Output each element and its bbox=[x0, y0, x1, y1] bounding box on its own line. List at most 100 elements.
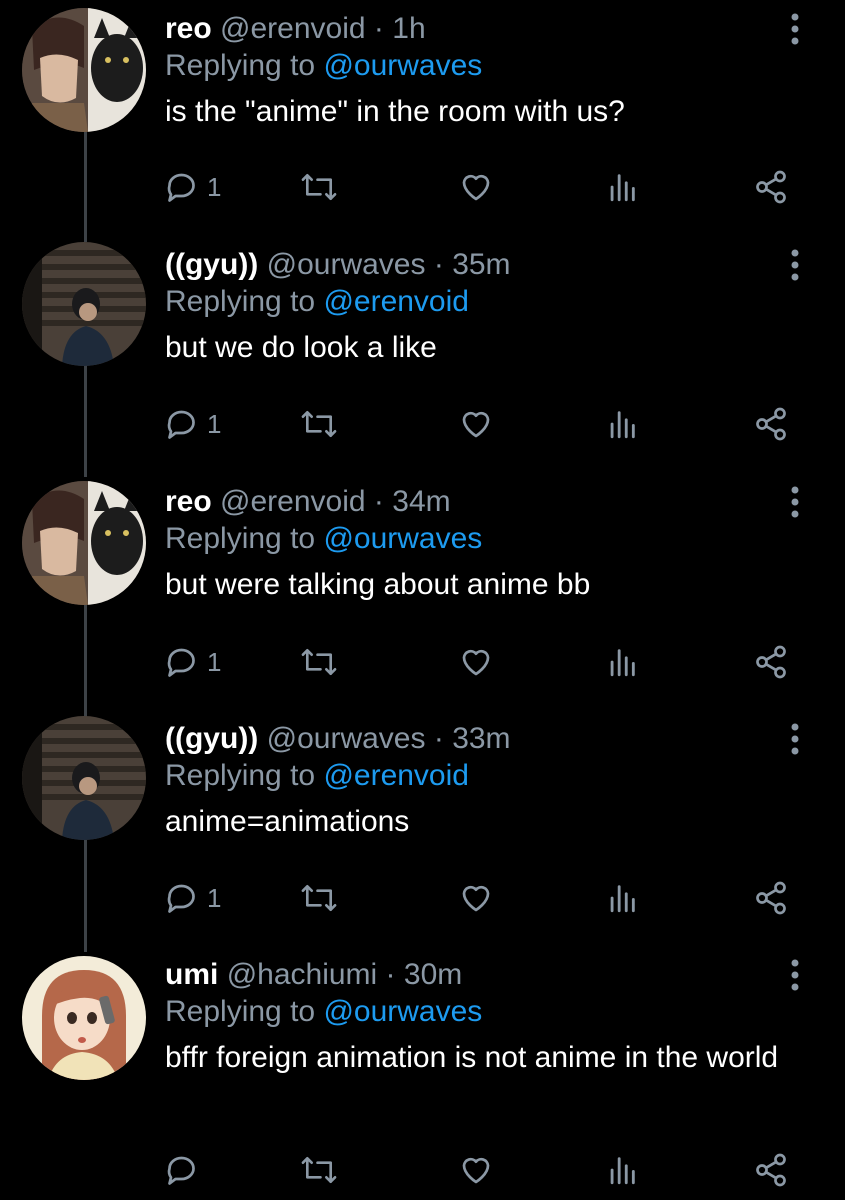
more-options-button[interactable] bbox=[785, 958, 805, 998]
replying-prefix: Replying to bbox=[165, 759, 316, 792]
like-button[interactable] bbox=[457, 878, 495, 918]
analytics-icon bbox=[610, 411, 635, 439]
more-options-icon bbox=[791, 959, 799, 991]
more-options-button[interactable] bbox=[785, 485, 805, 525]
reply-count: 1 bbox=[207, 408, 222, 439]
retweet-button[interactable] bbox=[300, 878, 338, 918]
reply-icon bbox=[167, 410, 195, 439]
avatar[interactable] bbox=[22, 956, 146, 1080]
share-icon bbox=[756, 407, 786, 441]
display-name[interactable]: reo bbox=[165, 485, 212, 518]
share-button[interactable] bbox=[753, 167, 789, 207]
mention-link[interactable]: @erenvoid bbox=[323, 759, 469, 792]
action-bar: 1 bbox=[165, 404, 805, 444]
analytics-button[interactable] bbox=[605, 404, 639, 444]
mention-link[interactable]: @ourwaves bbox=[323, 995, 482, 1028]
mention-link[interactable]: @erenvoid bbox=[323, 285, 469, 318]
heart-icon bbox=[462, 1157, 490, 1184]
action-bar: 1 bbox=[165, 642, 805, 682]
replying-to: Replying to @erenvoid bbox=[165, 285, 469, 319]
timestamp[interactable]: 1h bbox=[392, 12, 425, 45]
more-options-button[interactable] bbox=[785, 248, 805, 288]
replying-to: Replying to @ourwaves bbox=[165, 49, 482, 83]
like-button[interactable] bbox=[457, 1150, 495, 1190]
share-button[interactable] bbox=[753, 1150, 789, 1190]
reply-icon bbox=[167, 884, 195, 913]
share-icon bbox=[756, 1153, 786, 1187]
mention-link[interactable]: @ourwaves bbox=[323, 49, 482, 82]
replying-prefix: Replying to bbox=[165, 49, 316, 82]
tweet-header: umi @hachiumi · 30m bbox=[165, 958, 462, 992]
timestamp[interactable]: 33m bbox=[452, 722, 510, 755]
analytics-icon bbox=[610, 885, 635, 913]
separator-dot: · bbox=[433, 722, 444, 755]
separator-dot: · bbox=[373, 485, 384, 518]
like-button[interactable] bbox=[457, 167, 495, 207]
reply-button[interactable]: 1 bbox=[165, 167, 221, 207]
heart-icon bbox=[462, 885, 490, 912]
replying-to: Replying to @erenvoid bbox=[165, 759, 469, 793]
more-options-icon bbox=[791, 723, 799, 755]
more-options-button[interactable] bbox=[785, 722, 805, 762]
like-button[interactable] bbox=[457, 404, 495, 444]
tweet-text: but were talking about anime bb bbox=[165, 568, 591, 601]
reply-icon bbox=[167, 1156, 195, 1185]
user-handle[interactable]: @ourwaves bbox=[267, 248, 426, 281]
avatar-image bbox=[22, 481, 146, 605]
avatar-image bbox=[22, 242, 146, 366]
tweet-text: anime=animations bbox=[165, 805, 410, 838]
user-handle[interactable]: @ourwaves bbox=[267, 722, 426, 755]
display-name[interactable]: umi bbox=[165, 958, 218, 991]
reply-icon bbox=[167, 173, 195, 202]
analytics-button[interactable] bbox=[605, 642, 639, 682]
reply-button[interactable] bbox=[165, 1150, 207, 1190]
avatar-image bbox=[22, 8, 146, 132]
avatar[interactable] bbox=[22, 242, 146, 366]
user-handle[interactable]: @erenvoid bbox=[220, 485, 366, 518]
reply-count: 1 bbox=[207, 171, 222, 202]
tweet-text: bffr foreign animation is not anime in t… bbox=[165, 1041, 779, 1074]
display-name[interactable]: reo bbox=[165, 12, 212, 45]
avatar[interactable] bbox=[22, 716, 146, 840]
reply-count: 1 bbox=[207, 882, 222, 913]
share-button[interactable] bbox=[753, 642, 789, 682]
separator-dot: · bbox=[433, 248, 444, 281]
timestamp[interactable]: 30m bbox=[404, 958, 462, 991]
thread-line bbox=[84, 365, 87, 477]
reply-button[interactable]: 1 bbox=[165, 642, 221, 682]
analytics-icon bbox=[610, 174, 635, 202]
more-options-button[interactable] bbox=[785, 12, 805, 52]
separator-dot: · bbox=[385, 958, 396, 991]
display-name[interactable]: ((gyu)) bbox=[165, 722, 258, 755]
avatar[interactable] bbox=[22, 8, 146, 132]
retweet-button[interactable] bbox=[300, 1150, 338, 1190]
user-handle[interactable]: @erenvoid bbox=[220, 12, 366, 45]
timestamp[interactable]: 35m bbox=[452, 248, 510, 281]
replying-prefix: Replying to bbox=[165, 285, 316, 318]
retweet-button[interactable] bbox=[300, 167, 338, 207]
share-icon bbox=[756, 881, 786, 915]
action-bar: 1 bbox=[165, 878, 805, 918]
replying-to: Replying to @ourwaves bbox=[165, 522, 482, 556]
tweet-header: reo @erenvoid · 1h bbox=[165, 12, 426, 46]
reply-count: 1 bbox=[207, 646, 222, 677]
analytics-icon bbox=[610, 1157, 635, 1185]
reply-button[interactable]: 1 bbox=[165, 404, 221, 444]
retweet-button[interactable] bbox=[300, 642, 338, 682]
mention-link[interactable]: @ourwaves bbox=[323, 522, 482, 555]
retweet-button[interactable] bbox=[300, 404, 338, 444]
tweet-header: ((gyu)) @ourwaves · 35m bbox=[165, 248, 511, 282]
analytics-button[interactable] bbox=[605, 167, 639, 207]
reply-button[interactable]: 1 bbox=[165, 878, 221, 918]
analytics-button[interactable] bbox=[605, 1150, 639, 1190]
user-handle[interactable]: @hachiumi bbox=[227, 958, 378, 991]
share-button[interactable] bbox=[753, 404, 789, 444]
timestamp[interactable]: 34m bbox=[392, 485, 450, 518]
display-name[interactable]: ((gyu)) bbox=[165, 248, 258, 281]
share-button[interactable] bbox=[753, 878, 789, 918]
analytics-button[interactable] bbox=[605, 878, 639, 918]
like-button[interactable] bbox=[457, 642, 495, 682]
tweet-header: reo @erenvoid · 34m bbox=[165, 485, 451, 519]
avatar[interactable] bbox=[22, 481, 146, 605]
more-options-icon bbox=[791, 13, 799, 45]
